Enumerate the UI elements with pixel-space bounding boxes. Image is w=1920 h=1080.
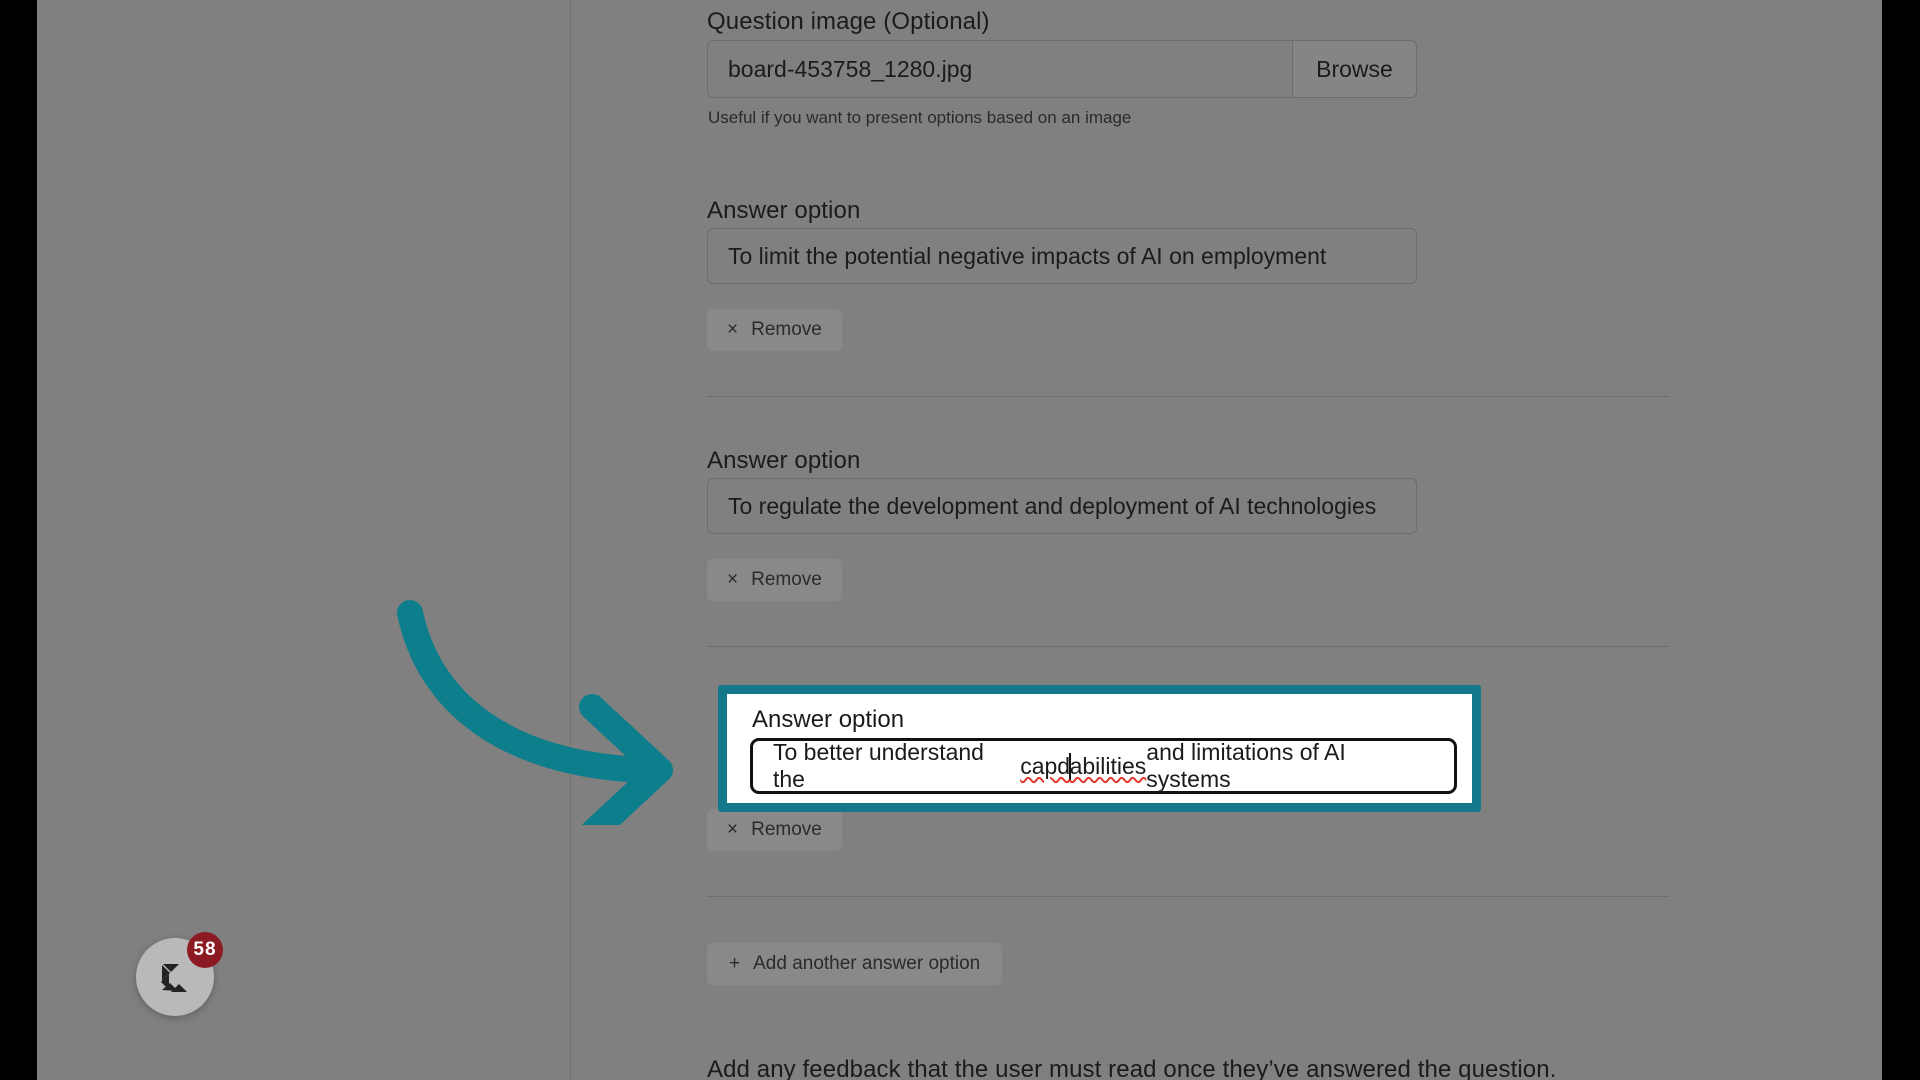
answer-option-3-remove-button[interactable]: × Remove	[707, 809, 842, 851]
chat-launcher-unread-badge: 58	[187, 932, 223, 968]
question-image-file-row[interactable]: board-453758_1280.jpg Browse	[707, 40, 1417, 98]
divider-after-option-1	[707, 396, 1669, 397]
question-image-help-text: Useful if you want to present options ba…	[708, 108, 1132, 127]
answer-option-3-text-after: and limitations of AI systems	[1146, 739, 1346, 792]
answer-option-1-label: Answer option	[707, 197, 861, 224]
answer-option-1-input[interactable]: To limit the potential negative impacts …	[707, 228, 1417, 284]
answer-option-2-input[interactable]: To regulate the development and deployme…	[707, 478, 1417, 534]
answer-option-1-remove-label: Remove	[751, 319, 822, 340]
dimmed-page-overlay: Question image (Optional) board-453758_1…	[37, 0, 1882, 1080]
divider-after-option-3	[707, 896, 1669, 897]
close-icon: ×	[727, 569, 739, 590]
answer-option-2-remove-button[interactable]: × Remove	[707, 559, 842, 601]
answer-option-2-label: Answer option	[707, 447, 861, 474]
screenshot-root: Question image (Optional) board-453758_1…	[0, 0, 1920, 1080]
answer-option-3-input[interactable]: To better understand the capd abilities a…	[750, 738, 1457, 794]
annotation-arrow	[397, 600, 673, 825]
answer-option-3-misspelled-start: capd	[1020, 752, 1071, 779]
add-another-answer-option-label: Add another answer option	[753, 953, 981, 974]
close-icon: ×	[727, 319, 739, 340]
chat-launcher-button[interactable]: 58	[136, 932, 223, 1016]
divider-after-option-2	[707, 646, 1669, 647]
close-icon: ×	[727, 819, 739, 840]
answer-option-3-text-before: To better understand the	[773, 739, 984, 792]
plus-icon: +	[729, 953, 741, 974]
answer-option-1-remove-button[interactable]: × Remove	[707, 309, 842, 351]
question-image-filename[interactable]: board-453758_1280.jpg	[708, 41, 1292, 97]
focused-answer-option-highlight: Answer option To better understand the c…	[718, 685, 1481, 812]
browse-button[interactable]: Browse	[1292, 41, 1416, 97]
question-image-label: Question image (Optional)	[707, 8, 990, 35]
content-divider	[570, 0, 571, 1080]
answer-option-3-misspelled-end: abilities	[1069, 752, 1147, 779]
add-another-answer-option-button[interactable]: + Add another answer option	[707, 943, 1003, 985]
answer-option-3-remove-label: Remove	[751, 819, 822, 840]
answer-option-2-remove-label: Remove	[751, 569, 822, 590]
feedback-section-description: Add any feedback that the user must read…	[707, 1056, 1557, 1080]
answer-option-3-label: Answer option	[752, 706, 905, 733]
